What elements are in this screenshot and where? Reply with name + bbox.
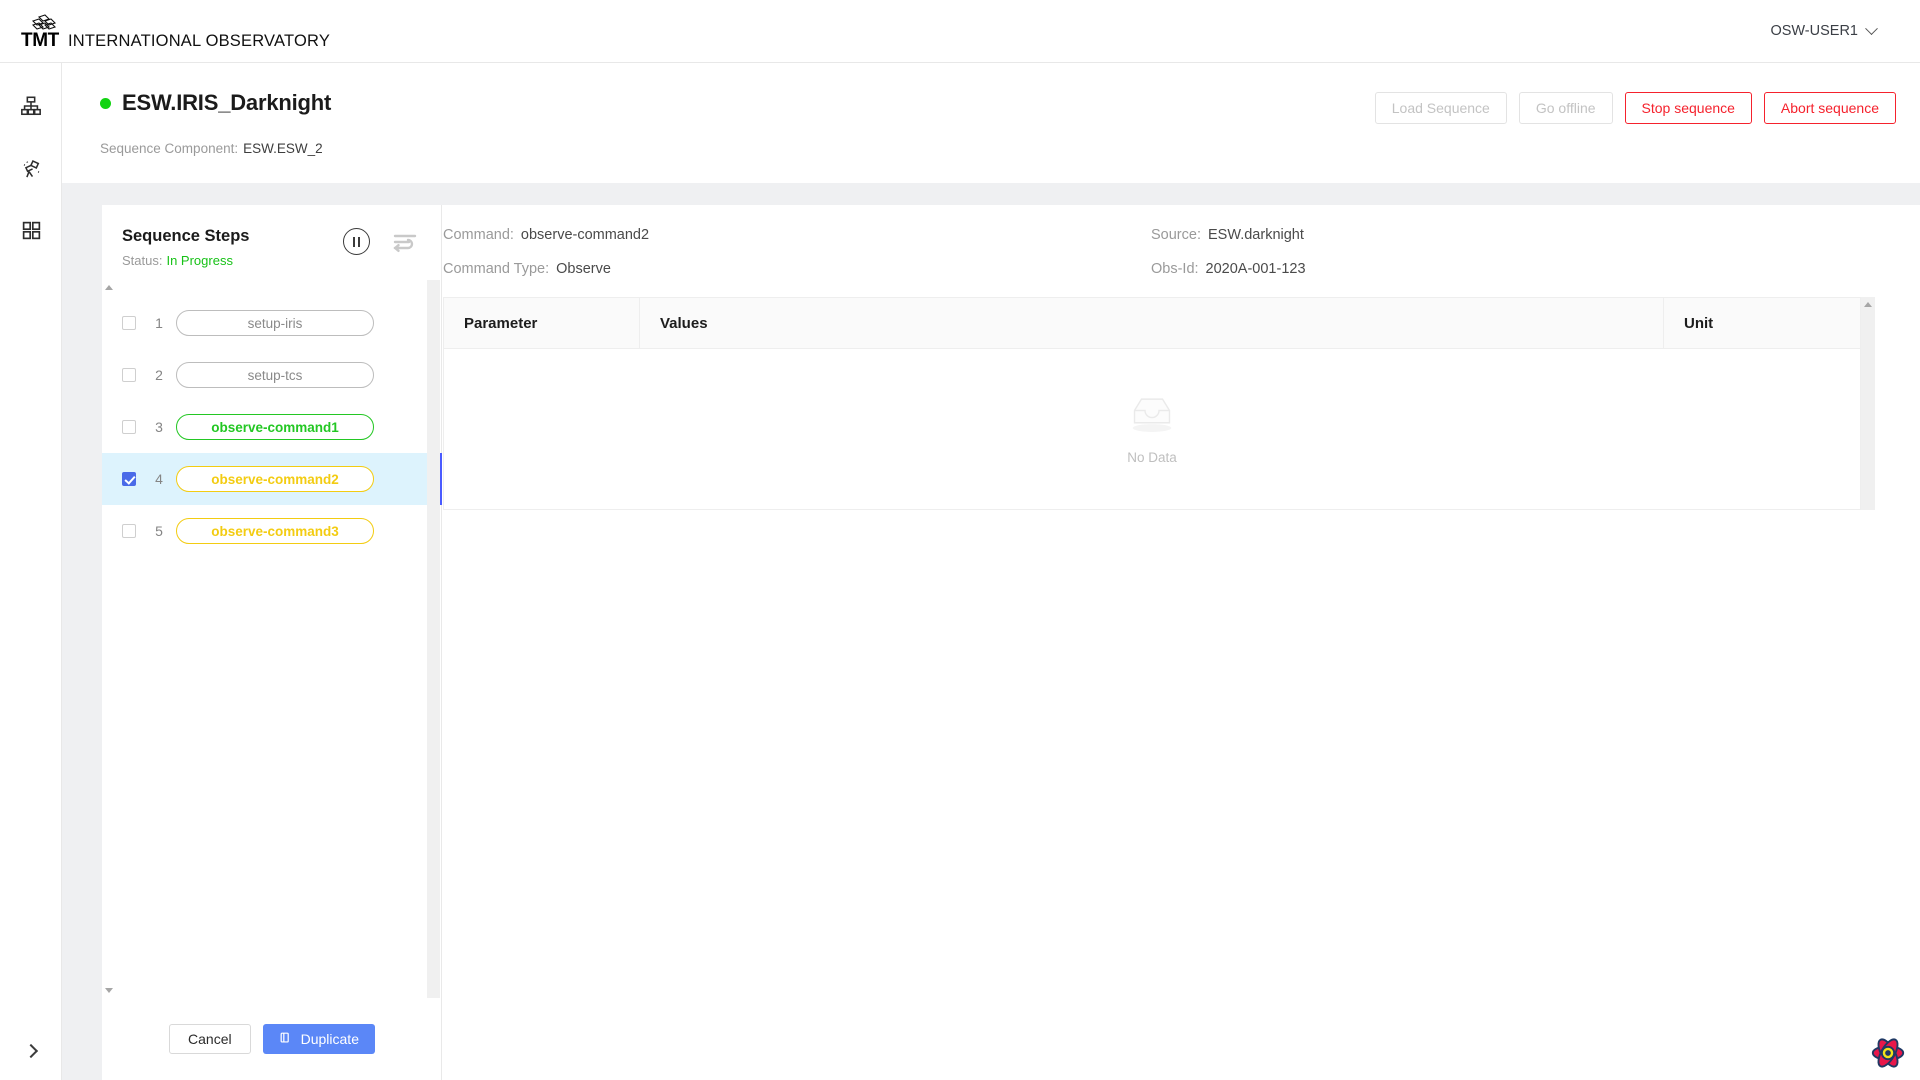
step-number: 5 — [155, 523, 163, 539]
step-number: 3 — [155, 419, 163, 435]
sidebar-item-observe[interactable] — [0, 143, 62, 193]
react-devtools-flower-icon — [1869, 1034, 1907, 1072]
obsid-field: Obs-Id: 2020A-001-123 — [1151, 261, 1306, 277]
sequence-steps-footer: Cancel Duplicate — [102, 998, 442, 1080]
step-checkbox[interactable] — [122, 524, 136, 538]
column-header-values: Values — [640, 298, 1664, 348]
parameters-table: Parameter Values Unit No Data — [443, 297, 1861, 510]
brand-tmt-text: TMT — [21, 30, 59, 51]
command-label: Command: — [443, 227, 514, 243]
sequence-component-label: Sequence Component: — [100, 141, 239, 156]
step-checkbox[interactable] — [122, 472, 136, 486]
brand-full-name: INTERNATIONAL OBSERVATORY — [68, 31, 331, 50]
step-row[interactable]: 1 setup-iris — [102, 297, 442, 349]
sidebar-item-manage[interactable] — [0, 205, 62, 255]
left-rail — [0, 63, 62, 1080]
chevron-right-icon — [23, 1043, 39, 1059]
sequence-status-label: Status: — [122, 253, 163, 268]
sequence-status: Status: In Progress — [122, 253, 233, 268]
command-value: observe-command2 — [520, 227, 650, 243]
copy-icon — [279, 1031, 293, 1048]
scroll-up-arrow-icon[interactable] — [102, 281, 115, 294]
sidebar-item-resources[interactable] — [0, 81, 62, 131]
step-pill[interactable]: observe-command1 — [176, 414, 374, 440]
page-header: ESW.IRIS_Darknight Sequence Component: ES… — [62, 63, 1920, 183]
sort-flow-button[interactable] — [392, 229, 420, 255]
step-checkbox[interactable] — [122, 368, 136, 382]
table-header-row: Parameter Values Unit — [444, 297, 1860, 349]
chevron-down-icon — [1865, 21, 1878, 35]
source-label: Source: — [1151, 227, 1201, 243]
step-pill[interactable]: observe-command3 — [176, 518, 374, 544]
step-number: 2 — [155, 367, 163, 383]
sequence-steps-panel: Sequence Steps Status: In Progress 1 set… — [102, 205, 442, 1080]
brand-logo: TMT INTERNATIONAL OBSERVATORY — [0, 12, 330, 50]
user-name: OSW-USER1 — [1770, 23, 1858, 39]
obsid-label: Obs-Id: — [1151, 261, 1199, 277]
step-pill[interactable]: setup-tcs — [176, 362, 374, 388]
table-body-empty: No Data — [444, 349, 1860, 509]
step-row[interactable]: 4 observe-command2 — [102, 453, 442, 505]
step-row[interactable]: 5 observe-command3 — [102, 505, 442, 557]
scroll-down-arrow-icon[interactable] — [102, 984, 115, 997]
steps-scrollbar-track[interactable] — [427, 280, 440, 998]
sequence-status-value: In Progress — [166, 253, 233, 268]
command-type-field: Command Type: Observe — [443, 261, 611, 277]
tmt-mirror-icon: TMT — [20, 12, 62, 50]
stop-sequence-button[interactable]: Stop sequence — [1624, 92, 1752, 124]
pause-icon — [358, 236, 361, 247]
sitemap-icon — [20, 95, 42, 117]
grid-icon — [21, 220, 42, 241]
sort-flow-icon — [392, 234, 420, 259]
command-type-label: Command Type: — [443, 261, 550, 277]
step-number: 4 — [155, 471, 163, 487]
command-detail-panel: Command: observe-command2 Command Type: Ob… — [443, 205, 1920, 1080]
step-checkbox[interactable] — [122, 316, 136, 330]
source-value: ESW.darknight — [1207, 227, 1304, 243]
top-bar: TMT INTERNATIONAL OBSERVATORY OSW-USER1 — [0, 0, 1920, 63]
step-checkbox[interactable] — [122, 420, 136, 434]
user-menu[interactable]: OSW-USER1 — [1770, 21, 1920, 39]
pause-icon — [352, 236, 355, 247]
column-header-unit: Unit — [1684, 314, 1714, 332]
obsid-value: 2020A-001-123 — [1205, 261, 1306, 277]
step-number: 1 — [155, 315, 163, 331]
status-dot-icon — [100, 97, 111, 109]
sequence-steps-list[interactable]: 1 setup-iris 2 setup-tcs 3 observe-comma… — [102, 297, 442, 997]
cancel-button[interactable]: Cancel — [169, 1024, 251, 1054]
step-pill[interactable]: setup-iris — [176, 310, 374, 336]
sequence-component-value: ESW.ESW_2 — [243, 141, 323, 156]
page-body: Sequence Steps Status: In Progress 1 set… — [62, 183, 1920, 1080]
sequence-steps-header: Sequence Steps Status: In Progress — [102, 227, 442, 289]
abort-sequence-button[interactable]: Abort sequence — [1763, 92, 1896, 124]
header-actions: Load Sequence Go offline Stop sequence A… — [1374, 92, 1896, 124]
page-title: ESW.IRIS_Darknight — [122, 90, 332, 115]
sequence-steps-title: Sequence Steps — [122, 227, 250, 245]
column-header-parameter: Parameter — [444, 298, 640, 348]
table-scroll-up-arrow-icon[interactable] — [1861, 298, 1875, 311]
command-meta: Command: observe-command2 Command Type: Ob… — [443, 227, 1920, 289]
telescope-icon — [20, 157, 43, 180]
no-data-text: No Data — [1127, 450, 1177, 465]
sequence-title-row: ESW.IRIS_Darknight — [100, 90, 331, 116]
duplicate-button[interactable]: Duplicate — [262, 1024, 375, 1054]
step-row[interactable]: 2 setup-tcs — [102, 349, 442, 401]
empty-box-icon — [1123, 393, 1181, 440]
content-panel: Sequence Steps Status: In Progress 1 set… — [102, 205, 1920, 1080]
command-type-value: Observe — [556, 261, 611, 277]
source-field: Source: ESW.darknight — [1151, 227, 1304, 243]
command-field: Command: observe-command2 — [443, 227, 649, 243]
go-offline-button[interactable]: Go offline — [1518, 92, 1613, 124]
table-scrollbar[interactable] — [1861, 297, 1875, 510]
sequence-component: Sequence Component: ESW.ESW_2 — [100, 141, 323, 156]
load-sequence-button[interactable]: Load Sequence — [1374, 92, 1507, 124]
pause-button[interactable] — [343, 228, 370, 255]
expand-sidebar-button[interactable] — [0, 1034, 62, 1068]
duplicate-button-label: Duplicate — [300, 1031, 359, 1047]
step-row[interactable]: 3 observe-command1 — [102, 401, 442, 453]
step-pill[interactable]: observe-command2 — [176, 466, 374, 492]
